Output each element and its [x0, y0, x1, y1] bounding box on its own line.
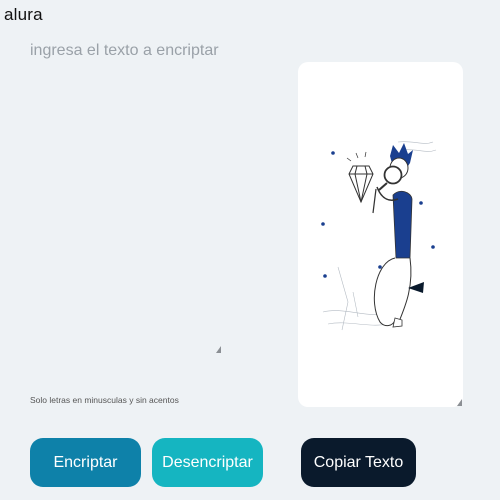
dot-icon	[331, 151, 335, 155]
dot-icon	[419, 201, 423, 205]
decrypt-button[interactable]: Desencriptar	[152, 438, 263, 487]
alura-logo: alura	[4, 5, 43, 24]
output-panel	[298, 62, 463, 407]
dot-icon	[431, 245, 435, 249]
dot-icon	[321, 222, 325, 226]
input-hint: Solo letras en minusculas y sin acentos	[30, 395, 179, 405]
textarea-resize-handle[interactable]	[216, 346, 221, 353]
magnifier-icon	[383, 165, 403, 185]
diamond-icon	[348, 165, 374, 204]
dot-icon	[378, 265, 382, 269]
encrypt-button[interactable]: Encriptar	[30, 438, 141, 487]
dot-icon	[323, 274, 327, 278]
text-input[interactable]	[30, 38, 226, 362]
person-magnifier-illustration	[321, 141, 437, 331]
panel-resize-handle[interactable]	[457, 399, 462, 406]
copy-button[interactable]: Copiar Texto	[301, 438, 416, 487]
